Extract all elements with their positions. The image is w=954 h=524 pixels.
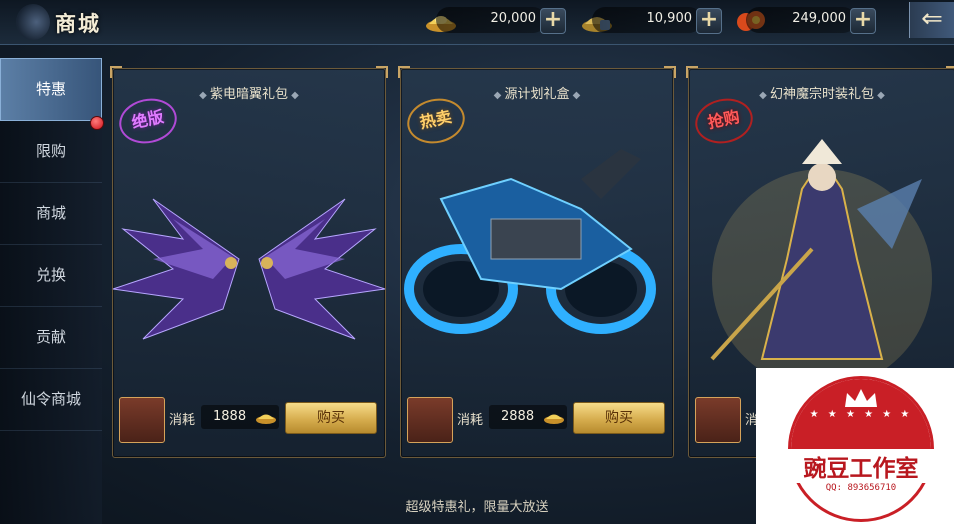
currency-bound: 10,900 (592, 7, 702, 33)
cost-label: 消耗 (169, 413, 196, 428)
currency-coin-value: 249,000 (792, 11, 846, 26)
buy-button[interactable]: 购买 (573, 402, 665, 434)
back-arrow-icon: ⇐ (921, 4, 943, 34)
blue-motorcycle-image (404, 149, 656, 334)
purchase-row: 消耗 2888 购买 (407, 397, 667, 443)
card-title-text: 幻神魔宗时装礼包 (769, 87, 874, 102)
gold-ingot-icon (256, 414, 276, 424)
page-title: 商城 (55, 12, 101, 36)
cost-value: 2888 (501, 409, 535, 424)
sidebar-item-xianling-shop[interactable]: 仙令商城 (0, 369, 102, 431)
gold-ingot-icon (544, 414, 564, 424)
add-bound-button[interactable]: + (696, 8, 722, 34)
back-button[interactable]: ⇐ (909, 2, 954, 38)
title-ornament-icon (16, 4, 50, 40)
currency-bound-value: 10,900 (646, 11, 693, 26)
watermark-seal: ★ ★ ★ ★ ★ ★ 豌豆工作室 QQ: 893656710 (759, 376, 954, 522)
watermark-stars: ★ ★ ★ ★ ★ ★ (809, 409, 913, 420)
add-coin-button[interactable]: + (850, 8, 876, 34)
treasure-chest-icon (407, 397, 453, 443)
product-card-2[interactable]: ◆ 源计划礼盒 ◆ 热卖 消耗 2888 购买 (398, 66, 676, 458)
watermark-text: 豌豆工作室 (759, 449, 954, 483)
sidebar-item-limited[interactable]: 限购 (0, 121, 102, 183)
sidebar-item-exchange[interactable]: 兑换 (0, 245, 102, 307)
cost-label: 消耗 (457, 413, 484, 428)
product-card-1[interactable]: ◆ 紫电暗翼礼包 ◆ 绝版 消耗 1888 购买 (110, 66, 388, 458)
dark-wings-image (112, 198, 386, 340)
sidebar-item-contribution[interactable]: 贡献 (0, 307, 102, 369)
crown-icon (845, 389, 877, 407)
top-bar: 商城 20,000 + 10,900 + 249,000 + ⇐ (0, 0, 954, 45)
card-title-text: 源计划礼盒 (504, 87, 570, 102)
cost-box: 1888 (201, 405, 279, 429)
purchase-row: 消耗 1888 购买 (119, 397, 379, 443)
cost-box: 2888 (489, 405, 567, 429)
treasure-chest-icon (695, 397, 741, 443)
sidebar-item-special[interactable]: 特惠 (0, 58, 102, 121)
studio-watermark: ★ ★ ★ ★ ★ ★ 豌豆工作室 QQ: 893656710 (756, 368, 954, 524)
currency-coin: 249,000 (746, 7, 856, 33)
treasure-chest-icon (119, 397, 165, 443)
currency-gold: 20,000 (436, 7, 546, 33)
currency-gold-value: 20,000 (490, 11, 537, 26)
card-title-text: 紫电暗翼礼包 (209, 87, 288, 102)
add-gold-button[interactable]: + (540, 8, 566, 34)
sidebar-item-shop[interactable]: 商城 (0, 183, 102, 245)
watermark-qq: QQ: 893656710 (825, 483, 897, 493)
notification-dot (90, 116, 104, 130)
character-costume-image (710, 139, 932, 389)
sidebar: 特惠 限购 商城 兑换 贡献 仙令商城 (0, 58, 102, 524)
buy-button[interactable]: 购买 (285, 402, 377, 434)
cost-value: 1888 (213, 409, 247, 424)
